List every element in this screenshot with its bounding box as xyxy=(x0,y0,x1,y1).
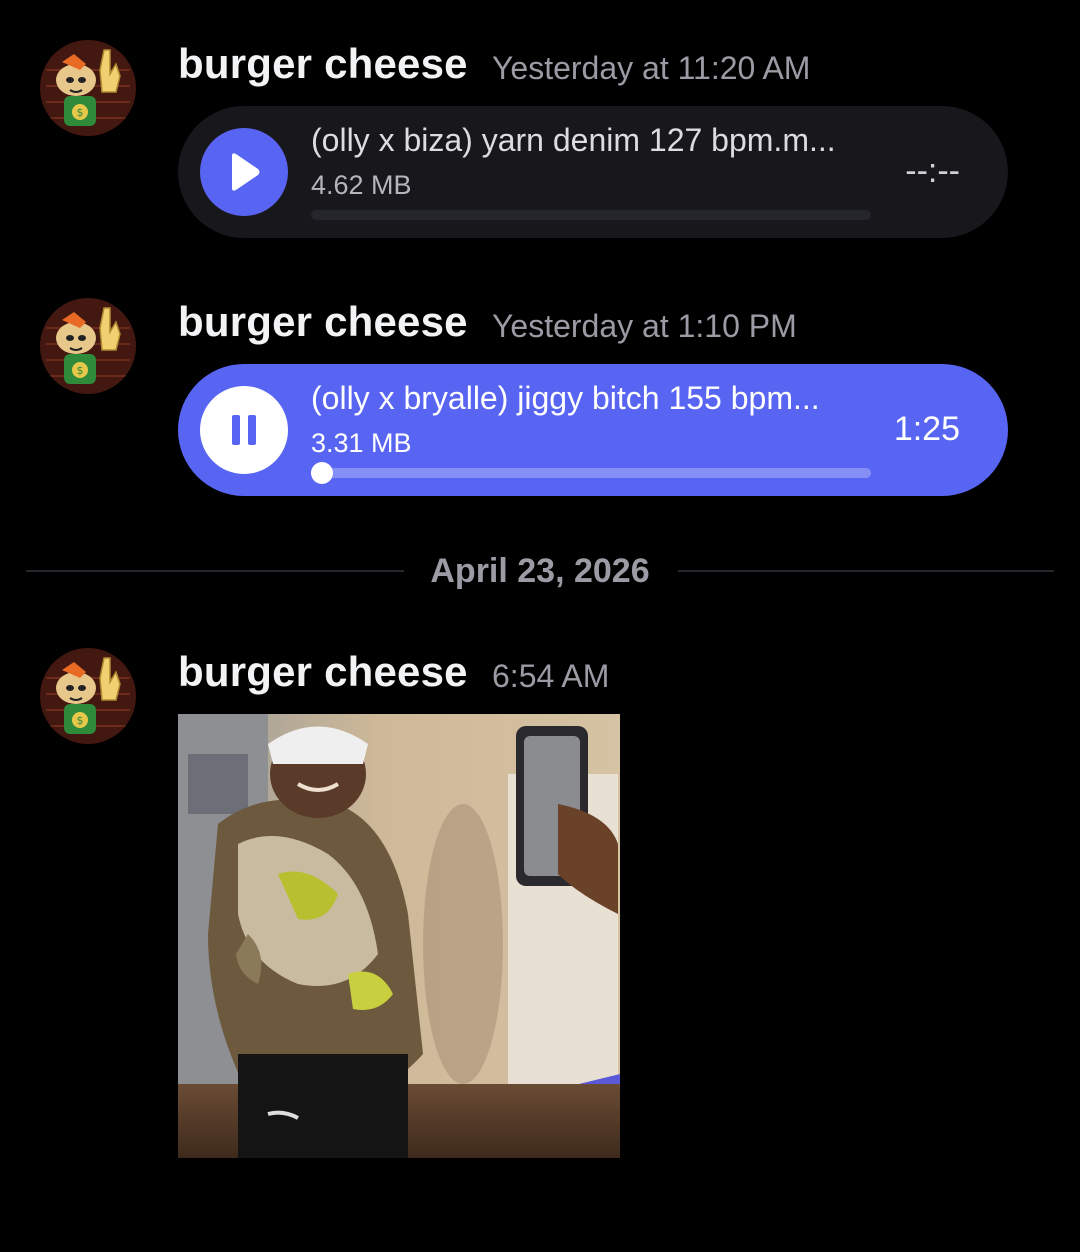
svg-text:$: $ xyxy=(77,714,84,727)
message-3: $ burger cheese 6:54 AM xyxy=(0,0,1080,1200)
image-attachment[interactable] xyxy=(178,714,620,1158)
avatar-cartoon-icon: $ xyxy=(40,648,136,744)
photo-image xyxy=(178,714,620,1158)
avatar[interactable]: $ xyxy=(40,648,136,744)
timestamp: 6:54 AM xyxy=(492,658,610,694)
username[interactable]: burger cheese xyxy=(178,648,468,696)
